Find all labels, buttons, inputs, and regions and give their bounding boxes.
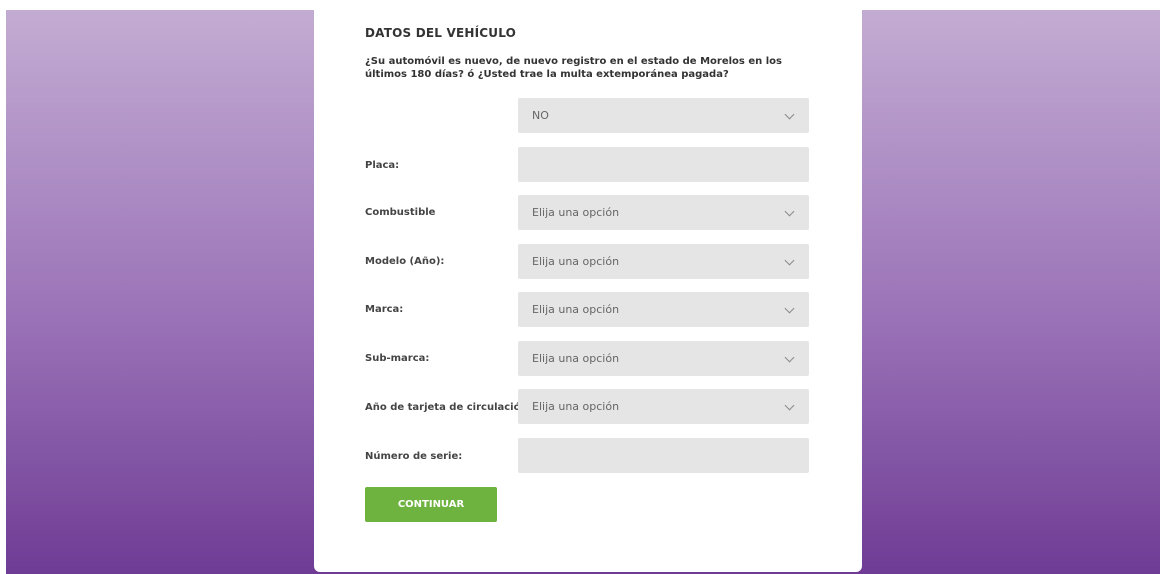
anio-tarjeta-select-value: Elija una opción xyxy=(532,400,620,413)
modelo-select[interactable]: Elija una opción xyxy=(518,244,809,279)
new-vehicle-select[interactable]: NO xyxy=(518,98,809,133)
new-vehicle-question: ¿Su automóvil es nuevo, de nuevo registr… xyxy=(365,56,782,80)
chevron-down-icon xyxy=(784,206,795,216)
marca-select-value: Elija una opción xyxy=(532,303,620,316)
chevron-down-icon xyxy=(784,352,795,362)
chevron-down-icon xyxy=(784,255,795,265)
marca-label: Marca: xyxy=(365,304,404,315)
combustible-select-value: Elija una opción xyxy=(532,206,620,219)
new-vehicle-select-value: NO xyxy=(532,109,549,122)
numero-serie-label: Número de serie: xyxy=(365,451,463,462)
marca-select[interactable]: Elija una opción xyxy=(518,292,809,327)
anio-tarjeta-label: Año de tarjeta de circulación: xyxy=(365,402,532,413)
numero-serie-input[interactable] xyxy=(518,438,809,473)
placa-label: Placa: xyxy=(365,160,400,171)
form-card: DATOS DEL VEHÍCULO ¿Su automóvil es nuev… xyxy=(314,10,862,572)
chevron-down-icon xyxy=(784,303,795,313)
submarca-select[interactable]: Elija una opción xyxy=(518,341,809,376)
placa-input[interactable] xyxy=(518,147,809,182)
continue-button[interactable]: CONTINUAR xyxy=(365,487,497,522)
chevron-down-icon xyxy=(784,109,795,119)
submarca-label: Sub-marca: xyxy=(365,353,430,364)
submarca-select-value: Elija una opción xyxy=(532,352,620,365)
chevron-down-icon xyxy=(784,400,795,410)
modelo-select-value: Elija una opción xyxy=(532,255,620,268)
anio-tarjeta-select[interactable]: Elija una opción xyxy=(518,389,809,424)
modelo-label: Modelo (Año): xyxy=(365,256,445,267)
combustible-label: Combustible xyxy=(365,207,436,218)
section-title: DATOS DEL VEHÍCULO xyxy=(365,26,517,40)
combustible-select[interactable]: Elija una opción xyxy=(518,195,809,230)
